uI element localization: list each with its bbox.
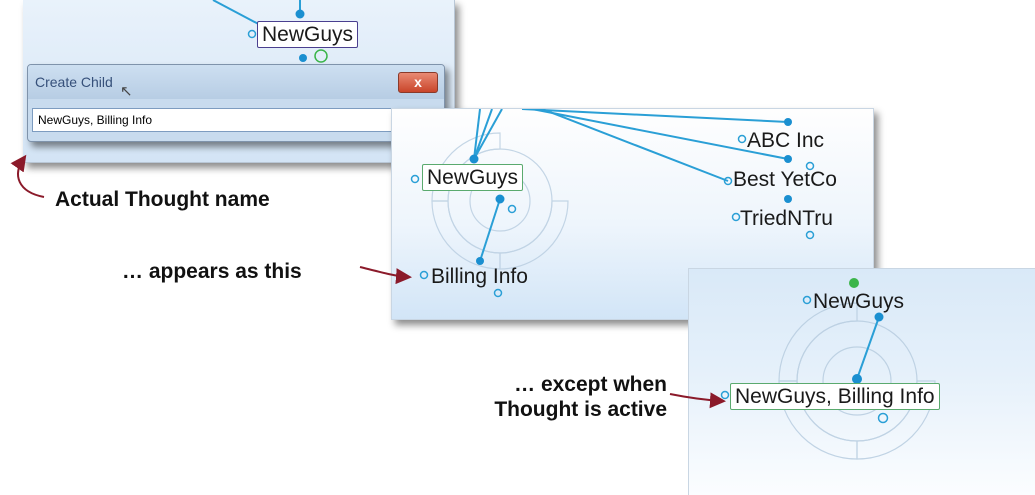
gate-dot (493, 288, 503, 298)
thought-name-input[interactable] (32, 108, 402, 132)
node-dot (784, 118, 792, 126)
gate-dot (877, 412, 889, 424)
node-triedntru[interactable]: TriedNTru (740, 208, 833, 229)
gate-dot (720, 390, 730, 400)
node-dot (495, 194, 505, 204)
annotation-actual-name: Actual Thought name (55, 188, 270, 211)
node-best-yetco[interactable]: Best YetCo (733, 169, 837, 190)
node-dot (469, 154, 479, 164)
gate-dot (737, 134, 747, 144)
active-parent-dot (849, 278, 859, 288)
annotation-appears-as: … appears as this (122, 260, 302, 283)
background-wheel (431, 132, 569, 270)
background-wheel (778, 302, 936, 460)
node-dot (874, 312, 884, 322)
gate-dot (507, 204, 517, 214)
gate-dot (802, 295, 812, 305)
node-dot (476, 257, 484, 265)
annotation-except-when-line2: Thought is active (494, 398, 667, 422)
arrow-to-input (10, 154, 45, 198)
dialog-title-bar[interactable]: Create Child ↖ x (28, 65, 444, 100)
annotation-except-when: … except when Thought is active (467, 372, 667, 422)
node-dot (784, 155, 792, 163)
annotation-except-when-line1: … except when (514, 373, 667, 396)
gate-dot (805, 230, 815, 240)
node-dot (784, 195, 792, 203)
node-dot (295, 9, 305, 19)
dialog-title: Create Child (35, 74, 113, 90)
node-billing-info[interactable]: Billing Info (431, 266, 528, 287)
node-newguys[interactable]: NewGuys (813, 291, 904, 312)
dialog-close-button[interactable]: x (398, 72, 438, 93)
node-newguys[interactable]: NewGuys (257, 21, 359, 48)
create-child-dialog: Create Child ↖ x ✓ ✕ (27, 64, 445, 142)
node-dot (299, 54, 307, 62)
gate-dot (731, 212, 741, 222)
bottom-right-brain-view: NewGuys NewGuys, Billing Info (688, 268, 1035, 495)
gate-dot (419, 270, 429, 280)
active-node-newguys-billing-info[interactable]: NewGuys, Billing Info (730, 383, 940, 410)
node-newguys[interactable]: NewGuys (422, 164, 524, 191)
node-abc-inc[interactable]: ABC Inc (747, 130, 824, 151)
gate-dot (314, 49, 328, 63)
gate-dot (723, 176, 733, 186)
mouse-cursor-icon: ↖ (120, 83, 133, 100)
gate-dot (247, 29, 257, 39)
gate-dot (410, 174, 420, 184)
